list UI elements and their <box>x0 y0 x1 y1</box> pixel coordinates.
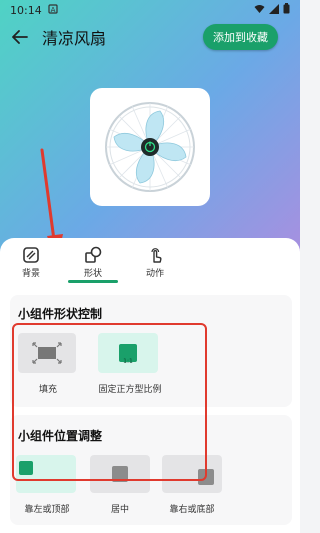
background-icon <box>23 246 39 263</box>
position-option-center[interactable]: 居中 <box>90 455 150 515</box>
align-center-icon <box>112 466 128 482</box>
position-control-panel: 小组件位置调整 靠左或顶部 居中 靠右或底部 <box>10 415 292 525</box>
tab-action-label: 动作 <box>145 268 164 279</box>
position-option-left-top[interactable]: 靠左或顶部 <box>16 455 78 515</box>
shape-control-title: 小组件形状控制 <box>18 307 103 321</box>
signal-icon <box>269 3 279 17</box>
position-option-center-label: 居中 <box>110 505 129 515</box>
battery-icon <box>283 3 290 17</box>
align-right-icon <box>198 469 214 485</box>
align-left-icon <box>19 461 33 475</box>
fan-icon <box>105 102 195 192</box>
widget-preview-card <box>90 88 210 206</box>
add-to-favorites-button[interactable]: 添加到收藏 <box>203 24 278 50</box>
shape-option-square[interactable]: 1:1 固定正方型比例 <box>90 333 170 395</box>
wifi-icon <box>254 4 265 17</box>
notification-icon: A <box>48 3 58 17</box>
square-ratio-icon: 1:1 <box>119 344 137 365</box>
tab-shape-label: 形状 <box>83 268 102 279</box>
status-time: 10:14 <box>10 3 42 17</box>
ratio-badge: 1:1 <box>123 358 133 365</box>
shape-option-square-label: 固定正方型比例 <box>98 385 162 395</box>
position-control-title: 小组件位置调整 <box>18 429 103 443</box>
shape-option-fill[interactable]: 填充 <box>18 333 78 395</box>
tab-shape[interactable]: 形状 <box>62 238 124 286</box>
fill-expand-icon <box>32 342 62 364</box>
tab-action[interactable]: 动作 <box>124 238 186 286</box>
tab-background-label: 背景 <box>21 268 40 279</box>
toolbar: 清凉风扇 添加到收藏 <box>0 20 300 54</box>
tab-bar: 背景 形状 动作 <box>0 238 300 286</box>
shape-icon <box>85 246 102 263</box>
position-option-right-bottom-label: 靠右或底部 <box>169 505 215 515</box>
svg-text:A: A <box>50 6 55 14</box>
status-bar: 10:14 A <box>0 0 300 20</box>
position-option-left-top-label: 靠左或顶部 <box>24 505 70 515</box>
position-option-right-bottom[interactable]: 靠右或底部 <box>162 455 222 515</box>
tap-action-icon <box>151 247 162 263</box>
back-arrow-icon[interactable] <box>10 27 30 47</box>
tab-background[interactable]: 背景 <box>0 238 62 286</box>
page-title: 清凉风扇 <box>42 29 107 48</box>
shape-option-fill-label: 填充 <box>38 385 57 395</box>
shape-control-panel: 小组件形状控制 填充 1:1 固定正方型比例 <box>10 295 292 407</box>
